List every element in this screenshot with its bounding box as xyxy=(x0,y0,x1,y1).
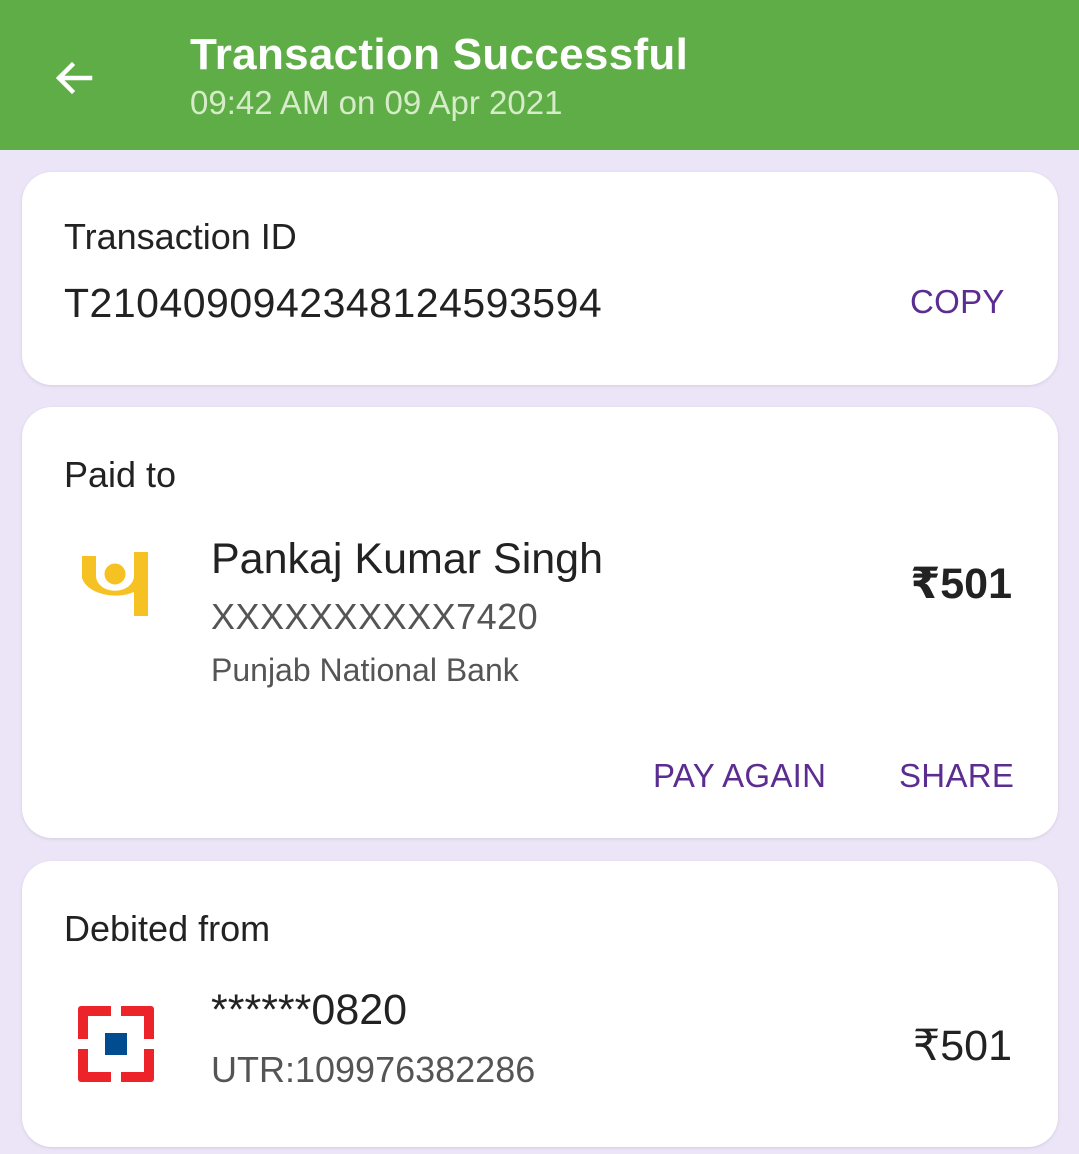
back-button[interactable] xyxy=(46,50,102,106)
transaction-id-label: Transaction ID xyxy=(64,216,297,257)
transaction-timestamp: 09:42 AM on 09 Apr 2021 xyxy=(190,84,563,121)
copy-button[interactable]: COPY xyxy=(910,283,1005,321)
utr-number: UTR:109976382286 xyxy=(211,1049,536,1090)
payee-name: Pankaj Kumar Singh xyxy=(211,535,603,583)
debited-from-label: Debited from xyxy=(64,908,271,949)
share-button[interactable]: SHARE xyxy=(899,757,1014,795)
payee-account: XXXXXXXXXX7420 xyxy=(211,596,539,637)
pay-again-button[interactable]: PAY AGAIN xyxy=(653,757,826,795)
debited-amount: ₹501 xyxy=(912,1022,1012,1070)
paid-amount: ₹501 xyxy=(910,560,1012,608)
debited-from-card: Debited from ******0820 UTR:109976382286… xyxy=(22,861,1058,1147)
app-header: Transaction Successful 09:42 AM on 09 Ap… xyxy=(0,0,1079,150)
arrow-left-icon xyxy=(55,61,93,95)
paid-to-label: Paid to xyxy=(64,454,177,495)
payee-bank: Punjab National Bank xyxy=(211,652,519,688)
transaction-id-card: Transaction ID T2104090942348124593594 C… xyxy=(22,172,1058,385)
page-title: Transaction Successful xyxy=(190,30,689,79)
debit-account: ******0820 xyxy=(211,986,408,1034)
pnb-logo-icon xyxy=(80,550,150,623)
paid-to-card: Paid to Pankaj Kumar Singh XXXXXXXXXX742… xyxy=(22,407,1058,838)
hdfc-logo-icon xyxy=(78,1006,154,1087)
transaction-id-value: T2104090942348124593594 xyxy=(64,280,603,326)
